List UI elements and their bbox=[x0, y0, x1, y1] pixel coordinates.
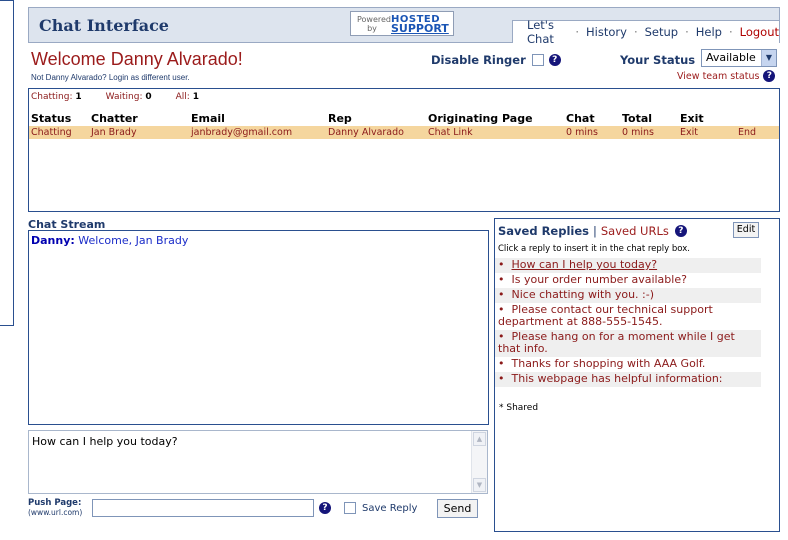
cell-rep: Danny Alvarado bbox=[328, 127, 404, 138]
login-different-user-link[interactable]: Login as different user. bbox=[109, 73, 190, 82]
end-link[interactable]: End bbox=[738, 127, 756, 138]
count-waiting[interactable]: Waiting: 0 bbox=[106, 92, 152, 102]
ringer-help-icon[interactable]: ? bbox=[548, 54, 561, 66]
hosted-support-logo: HOSTED SUPPORT bbox=[391, 13, 449, 35]
powered-by-text: Powered by bbox=[357, 14, 392, 33]
col-rep: Rep bbox=[328, 112, 352, 125]
status-select[interactable]: Available ▼ bbox=[701, 49, 777, 67]
welcome-message: Welcome Danny Alvarado! bbox=[31, 49, 243, 69]
cell-status: Chatting bbox=[31, 127, 72, 138]
shared-note: * Shared bbox=[499, 403, 539, 413]
saved-replies-list: • How can I help you today? • Is your or… bbox=[495, 258, 761, 387]
chevron-down-icon: ▼ bbox=[761, 50, 776, 66]
list-item[interactable]: • Please contact our technical support d… bbox=[495, 303, 761, 330]
message-text: Welcome, Jan Brady bbox=[78, 234, 189, 247]
disable-ringer-group: Disable Ringer ? bbox=[431, 53, 561, 67]
cell-chatter[interactable]: Jan Brady bbox=[91, 127, 137, 138]
reply-textarea[interactable]: How can I help you today? ▲ ▼ bbox=[28, 430, 488, 494]
cell-chat-time: 0 mins bbox=[566, 127, 598, 138]
push-page-input[interactable] bbox=[92, 499, 314, 517]
queue-table-header: Status Chatter Email Rep Originating Pag… bbox=[29, 111, 779, 125]
exit-link[interactable]: Exit bbox=[680, 127, 698, 138]
count-all[interactable]: All: 1 bbox=[176, 92, 199, 102]
queue-counts: Chatting: 1 Waiting: 0 All: 1 bbox=[29, 92, 221, 102]
col-chatter: Chatter bbox=[91, 112, 138, 125]
saved-urls-tab[interactable]: Saved URLs bbox=[601, 224, 669, 238]
send-button[interactable]: Send bbox=[437, 499, 478, 518]
col-chat: Chat bbox=[566, 112, 595, 125]
table-row[interactable]: Chatting Jan Brady janbrady@gmail.com Da… bbox=[29, 126, 779, 139]
saved-replies-panel: Saved Replies | Saved URLs ? Edit Click … bbox=[494, 218, 780, 532]
nav-help[interactable]: Help bbox=[696, 25, 722, 39]
list-item[interactable]: • Nice chatting with you. :-) bbox=[495, 288, 761, 303]
list-item[interactable]: • Please hang on for a moment while I ge… bbox=[495, 330, 761, 357]
nav-setup[interactable]: Setup bbox=[645, 25, 678, 39]
top-nav: Let's Chat · History · Setup · Help · Lo… bbox=[512, 18, 780, 46]
view-team-status[interactable]: View team status ? bbox=[677, 70, 776, 82]
saved-replies-tab[interactable]: Saved Replies bbox=[498, 224, 589, 238]
scroll-up-icon[interactable]: ▲ bbox=[473, 432, 486, 446]
col-originating-page: Originating Page bbox=[428, 112, 533, 125]
list-item[interactable]: • How can I help you today? bbox=[495, 258, 761, 273]
col-email: Email bbox=[191, 112, 225, 125]
left-panel-edge bbox=[0, 0, 14, 326]
powered-by-logo[interactable]: Powered by HOSTED SUPPORT bbox=[350, 11, 454, 36]
edit-button[interactable]: Edit bbox=[733, 222, 759, 238]
chat-stream: Danny: Welcome, Jan Brady bbox=[28, 230, 489, 425]
cell-originating-page-link[interactable]: Chat Link bbox=[428, 127, 473, 138]
save-reply-checkbox[interactable] bbox=[344, 502, 356, 514]
saved-help-icon[interactable]: ? bbox=[674, 225, 687, 237]
list-item[interactable]: • Is your order number available? bbox=[495, 273, 761, 288]
message-sender: Danny: bbox=[31, 234, 75, 247]
push-page-label: Push Page: (www.url.com) bbox=[28, 498, 83, 518]
col-status: Status bbox=[31, 112, 72, 125]
team-status-help-icon[interactable]: ? bbox=[763, 70, 776, 82]
status-label: Your Status bbox=[620, 53, 696, 67]
scroll-down-icon[interactable]: ▼ bbox=[473, 478, 486, 492]
status-value: Available bbox=[706, 51, 756, 64]
disable-ringer-checkbox[interactable] bbox=[531, 54, 544, 66]
not-user-text: Not Danny Alvarado? bbox=[31, 73, 107, 82]
nav-history[interactable]: History bbox=[586, 25, 627, 39]
chat-message: Danny: Welcome, Jan Brady bbox=[31, 234, 486, 247]
chat-queue-panel: Chatting: 1 Waiting: 0 All: 1 Status Cha… bbox=[28, 88, 780, 212]
reply-scrollbar[interactable]: ▲ ▼ bbox=[471, 431, 487, 493]
not-user-line: Not Danny Alvarado? Login as different u… bbox=[31, 73, 190, 82]
col-exit: Exit bbox=[680, 112, 704, 125]
disable-ringer-label: Disable Ringer bbox=[431, 53, 526, 67]
cell-email: janbrady@gmail.com bbox=[191, 127, 293, 138]
nav-lets-chat[interactable]: Let's Chat bbox=[527, 18, 568, 46]
saved-replies-info: Click a reply to insert it in the chat r… bbox=[498, 244, 690, 254]
push-page-help-icon[interactable]: ? bbox=[319, 502, 331, 514]
nav-logout[interactable]: Logout bbox=[740, 25, 779, 39]
app-header: Chat Interface Powered by HOSTED SUPPORT… bbox=[28, 7, 780, 46]
saved-replies-header: Saved Replies | Saved URLs ? bbox=[498, 224, 687, 238]
list-item[interactable]: • Thanks for shopping with AAA Golf. bbox=[495, 357, 761, 372]
cell-total-time: 0 mins bbox=[622, 127, 654, 138]
save-reply-label: Save Reply bbox=[362, 503, 418, 514]
reply-text: How can I help you today? bbox=[32, 435, 178, 448]
view-team-status-link[interactable]: View team status bbox=[677, 71, 759, 82]
col-total: Total bbox=[622, 112, 653, 125]
list-item[interactable]: • This webpage has helpful information: bbox=[495, 372, 761, 387]
app-title: Chat Interface bbox=[39, 16, 169, 35]
count-chatting[interactable]: Chatting: 1 bbox=[31, 92, 82, 102]
